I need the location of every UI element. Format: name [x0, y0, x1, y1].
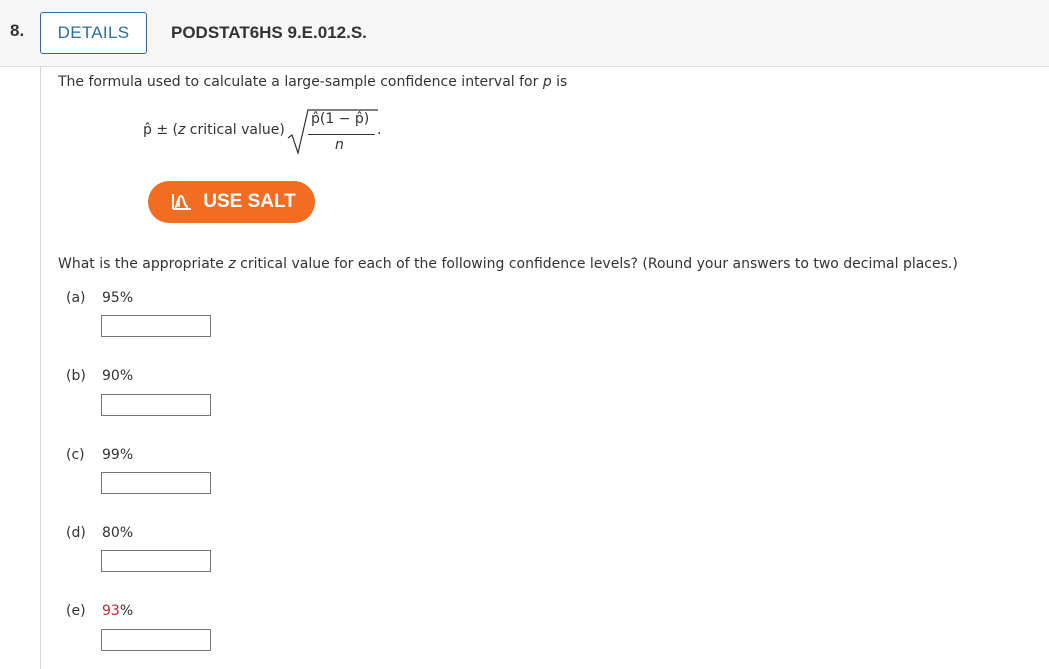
question-number: 8. — [10, 21, 25, 40]
question-text-before: What is the appropriate — [58, 256, 229, 272]
formula-critical-value: critical value) — [185, 122, 285, 138]
part-letter: (e) — [66, 603, 86, 619]
formula-plus-minus: ± — [156, 122, 169, 138]
question-variable: z — [228, 256, 236, 272]
question-text-after: critical value for each of the following… — [235, 256, 958, 272]
part-letter: (b) — [66, 368, 86, 384]
part-unit: % — [119, 525, 134, 541]
question-header: 8. DETAILS PODSTAT6HS 9.E.012.S. — [0, 0, 1049, 67]
part-b-label: (b) 90% — [66, 368, 133, 384]
salt-distribution-icon — [172, 194, 192, 210]
problem-id: PODSTAT6HS 9.E.012.S. — [171, 23, 367, 42]
use-salt-button[interactable]: USE SALT — [148, 181, 315, 223]
answer-input-c[interactable] — [101, 472, 211, 494]
formula-period: . — [377, 122, 382, 138]
formula-denominator: n — [335, 137, 344, 153]
answer-input-d[interactable] — [101, 550, 211, 572]
part-letter: (c) — [66, 447, 85, 463]
fraction-bar — [308, 134, 375, 135]
answer-input-b[interactable] — [101, 394, 211, 416]
formula-numerator: p̂(1 − p̂) — [311, 111, 370, 127]
formula-p-hat: p̂ — [143, 122, 152, 138]
intro-text-after: is — [551, 74, 568, 90]
part-value: 95 — [102, 290, 120, 306]
part-value-randomized: 93 — [102, 603, 120, 619]
formula-left-side: p̂ ± (z critical value) — [143, 122, 285, 138]
part-unit: % — [119, 290, 134, 306]
part-value: 99 — [102, 447, 120, 463]
part-letter: (a) — [66, 290, 86, 306]
intro-text: The formula used to calculate a large-sa… — [58, 74, 567, 90]
part-unit: % — [119, 447, 134, 463]
answer-input-a[interactable] — [101, 315, 211, 337]
part-d-label: (d) 80% — [66, 525, 133, 541]
question-text: What is the appropriate z critical value… — [58, 256, 958, 272]
intro-variable: p — [542, 74, 552, 90]
use-salt-label: USE SALT — [203, 191, 296, 212]
intro-text-before: The formula used to calculate a large-sa… — [58, 74, 543, 90]
part-letter: (d) — [66, 525, 86, 541]
part-a-label: (a) 95% — [66, 290, 133, 306]
answer-input-e[interactable] — [101, 629, 211, 651]
part-value: 90 — [102, 368, 120, 384]
part-value: 80 — [102, 525, 120, 541]
details-button[interactable]: DETAILS — [40, 12, 147, 54]
part-unit: % — [119, 368, 134, 384]
part-e-label: (e) 93% — [66, 603, 133, 619]
part-unit: % — [119, 603, 134, 619]
left-divider — [40, 66, 41, 669]
part-c-label: (c) 99% — [66, 447, 133, 463]
